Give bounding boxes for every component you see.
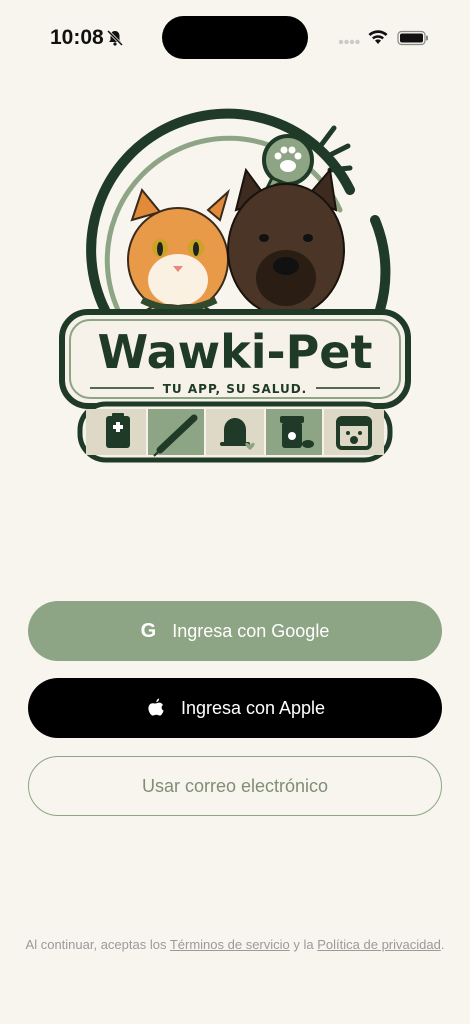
bell-slash-icon [106, 29, 124, 47]
apple-signin-button[interactable]: Ingresa con Apple [28, 678, 442, 738]
apple-signin-label: Ingresa con Apple [180, 697, 326, 718]
privacy-policy-link[interactable]: Política de privacidad [317, 937, 441, 952]
google-signin-label: Ingresa con Google [172, 620, 330, 641]
syringe-icon [148, 409, 204, 457]
clipboard-medical-icon [86, 409, 146, 455]
app-logo: Wawki-Pet TU APP, SU SALUD. [59, 108, 411, 463]
legal-prefix: Al continuar, aceptas los [25, 937, 170, 952]
apple-icon [148, 698, 164, 716]
pill-bottle-icon [266, 409, 322, 455]
calendar-paw-icon [324, 409, 384, 455]
bell-heart-icon [206, 409, 264, 455]
legal-notice: Al continuar, aceptas los Términos de se… [20, 935, 450, 954]
brand-name: Wawki-Pet [98, 325, 373, 379]
email-signin-button[interactable]: Usar correo electrónico [28, 756, 442, 816]
status-bar: 10:08 [0, 0, 470, 76]
battery-icon [397, 30, 428, 46]
email-signin-label: Usar correo electrónico [141, 775, 329, 796]
dynamic-island [162, 16, 308, 59]
status-time: 10:08 [50, 26, 104, 49]
tagline: TU APP, SU SALUD. [163, 382, 308, 396]
terms-of-service-link[interactable]: Términos de servicio [170, 937, 290, 952]
google-icon: G [140, 619, 157, 642]
paw-speech-bubble-icon [262, 134, 314, 194]
legal-middle: y la [289, 937, 318, 952]
legal-suffix: . [440, 937, 445, 952]
wifi-icon [368, 30, 388, 44]
google-signin-button[interactable]: G Ingresa con Google [28, 601, 442, 661]
cellular-signal-icon [338, 39, 360, 45]
